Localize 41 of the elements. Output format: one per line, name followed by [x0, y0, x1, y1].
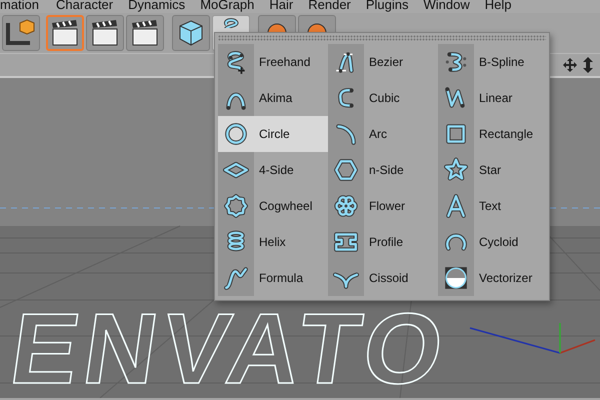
menu-item[interactable]: Text	[438, 188, 548, 224]
cogwheel-icon	[223, 193, 249, 219]
toolbar-button[interactable]	[86, 15, 124, 51]
spline-pen-icon	[223, 17, 239, 28]
menu-item[interactable]: Bezier	[328, 44, 438, 80]
menu-item[interactable]: Flower	[328, 188, 438, 224]
outlined-3d-text: ENVATO	[4, 293, 456, 398]
star-icon	[443, 157, 469, 183]
menu-item[interactable]: Cogwheel	[218, 188, 328, 224]
toolbar-button[interactable]	[46, 15, 84, 51]
menu-item[interactable]: Cubic	[328, 80, 438, 116]
vertical-arrows-icon[interactable]	[582, 57, 594, 73]
menu-item[interactable]: Akima	[218, 80, 328, 116]
menu-item[interactable]: Freehand	[218, 44, 328, 80]
half-circle-icon	[443, 265, 469, 291]
toolbar-button[interactable]	[126, 15, 164, 51]
menu-item[interactable]: 4-Side	[218, 152, 328, 188]
drag-grip[interactable]	[218, 35, 546, 41]
menu-item[interactable]: Arc	[328, 116, 438, 152]
toolbar-button[interactable]	[172, 15, 210, 51]
menu-item[interactable]: Helix	[218, 224, 328, 260]
flower-icon	[333, 193, 359, 219]
wave-curve-icon	[223, 265, 249, 291]
menu-item[interactable]: n-Side	[328, 152, 438, 188]
menu-item[interactable]: Formula	[218, 260, 328, 296]
menu-item[interactable]: Cycloid	[438, 224, 548, 260]
y-axis-line	[559, 323, 561, 353]
circle-icon	[223, 121, 249, 147]
toolbar-button[interactable]	[2, 15, 40, 51]
menu-item[interactable]: Linear	[438, 80, 548, 116]
hexagon-icon	[333, 157, 359, 183]
spline-curve-icon	[443, 49, 469, 75]
z-axis-line	[560, 339, 596, 354]
menu-item[interactable]: Star	[438, 152, 548, 188]
menu-item[interactable]: Cissoid	[328, 260, 438, 296]
menu-item[interactable]: Circle	[218, 116, 328, 152]
menu-item[interactable]: Rectangle	[438, 116, 548, 152]
move-icon[interactable]	[562, 57, 578, 73]
menu-item[interactable]: Vectorizer	[438, 260, 548, 296]
menu-item[interactable]: B-Spline	[438, 44, 548, 80]
menu-item[interactable]: Profile	[328, 224, 438, 260]
